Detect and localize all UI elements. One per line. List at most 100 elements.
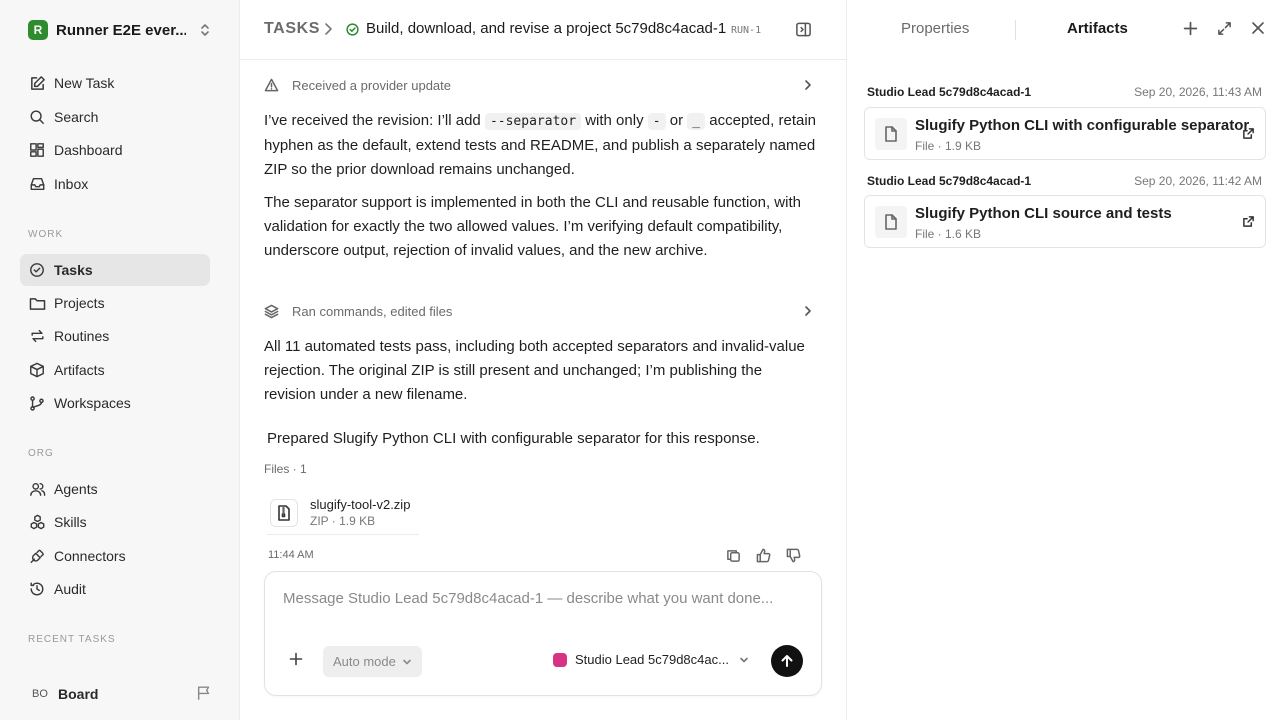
sidebar-item-audit[interactable]: Audit [20,573,210,605]
section-label-work: WORK [28,229,64,240]
flag-icon[interactable] [196,685,212,701]
file-meta: ZIP · 1.9 KB [310,514,376,528]
event-label: Received a provider update [292,77,451,93]
page-title: Build, download, and revise a project 5c… [366,20,727,37]
send-button[interactable] [771,645,803,677]
artifact-title: Slugify Python CLI source and tests [915,205,1172,222]
chevron-right-icon [802,79,814,91]
nav-label: Tasks [54,262,93,278]
avatar: BO [32,688,48,700]
message-paragraph: All 11 automated tests pass, including b… [264,338,805,403]
artifact-meta: File · 1.6 KB [915,227,982,241]
nav-label: Dashboard [54,142,123,158]
artifact-agent: Studio Lead 5c79d8c4acad-1 [867,174,1032,188]
search-icon [28,108,46,126]
artifact-card[interactable]: Slugify Python CLI source and tests File… [864,195,1266,248]
file-attachment[interactable]: slugify-tool-v2.zip ZIP · 1.9 KB [267,491,419,535]
chevron-right-icon [322,22,334,36]
close-icon[interactable] [1251,21,1265,35]
zip-file-icon [270,498,298,527]
expand-icon[interactable] [1217,21,1232,36]
artifact-date: Sep 20, 2026, 11:42 AM [1134,174,1262,188]
nav-label: Workspaces [54,395,131,411]
file-name: slugify-tool-v2.zip [310,497,411,512]
message-input[interactable] [283,590,803,607]
artifact-date: Sep 20, 2026, 11:43 AM [1134,85,1262,99]
sidebar-item-projects[interactable]: Projects [20,287,210,319]
nav-label: New Task [54,75,115,91]
thumbs-up-icon[interactable] [756,548,771,563]
folder-icon [28,294,46,312]
skills-icon [28,513,46,531]
history-icon [28,580,46,598]
nav-label: Search [54,109,99,125]
inbox-icon [28,175,46,193]
nav-label: Connectors [54,548,126,564]
dashboard-icon [28,141,46,159]
tab-properties[interactable]: Properties [901,20,969,37]
mode-label: Auto mode [333,654,396,669]
tab-divider [1015,20,1016,40]
artifact-card[interactable]: Slugify Python CLI with configurable sep… [864,107,1266,160]
mode-select[interactable]: Auto mode [323,646,422,677]
nav-label: Audit [54,581,86,597]
nav-dashboard[interactable]: Dashboard [20,134,210,166]
agent-avatar [553,652,567,667]
task-header: TASKS Build, download, and revise a proj… [240,0,846,60]
status-check-icon [346,23,359,36]
panel-toggle-icon[interactable] [795,21,812,38]
edit-icon [28,74,46,92]
agent-select[interactable]: Studio Lead 5c79d8c4ac... [553,652,749,667]
inline-code: _ [687,113,706,130]
nav-inbox[interactable]: Inbox [20,168,210,200]
nav-label: Agents [54,481,98,497]
sidebar-item-routines[interactable]: Routines [20,320,210,352]
nav-search[interactable]: Search [20,101,210,133]
artifact-group-header: Studio Lead 5c79d8c4acad-1 Sep 20, 2026,… [867,174,1262,188]
text: I’ve received the revision: I’ll add [264,112,485,129]
tab-artifacts[interactable]: Artifacts [1067,20,1128,37]
workspace-switcher[interactable]: R Runner E2E ever... [20,16,220,44]
message-timestamp: 11:44 AM [268,549,314,561]
conversation: Received a provider update I’ve received… [240,61,846,720]
board-user[interactable]: BO Board [20,680,220,708]
nav-label: Artifacts [54,362,105,378]
external-link-icon[interactable] [1242,127,1255,140]
chevron-right-icon [802,305,814,317]
provider-update-row[interactable]: Received a provider update [264,71,814,99]
sidebar-item-connectors[interactable]: Connectors [20,540,210,572]
sidebar-item-agents[interactable]: Agents [20,473,210,505]
message-composer: Auto mode Studio Lead 5c79d8c4ac... [264,571,822,696]
nav-label: Projects [54,295,105,311]
plus-icon[interactable] [1183,21,1198,36]
chevron-down-icon [739,655,749,665]
plug-icon [28,547,46,565]
sidebar-item-tasks[interactable]: Tasks [20,254,210,286]
nav-new-task[interactable]: New Task [20,67,210,99]
chevron-down-icon [402,657,412,667]
sidebar-item-skills[interactable]: Skills [20,506,210,538]
workspace-name: Runner E2E ever... [56,21,186,39]
workspace-logo: R [28,20,48,40]
external-link-icon[interactable] [1242,215,1255,228]
ran-commands-row[interactable]: Ran commands, edited files [264,297,814,325]
nav-label: Skills [54,514,87,530]
nav-label: Inbox [54,176,89,192]
inline-code: - [647,113,666,130]
artifact-title: Slugify Python CLI with configurable sep… [915,117,1250,134]
breadcrumb-tasks[interactable]: TASKS [264,20,320,38]
artifact-group-header: Studio Lead 5c79d8c4acad-1 Sep 20, 2026,… [867,85,1262,99]
sidebar-item-artifacts[interactable]: Artifacts [20,354,210,386]
artifact-meta: File · 1.9 KB [915,139,982,153]
layers-icon [264,304,280,319]
section-label-org: ORG [28,448,54,459]
thumbs-down-icon[interactable] [786,548,801,563]
copy-icon[interactable] [726,548,741,563]
artifact-agent: Studio Lead 5c79d8c4acad-1 [867,85,1032,99]
users-icon [28,480,46,498]
section-label-recent-tasks: RECENT TASKS [28,634,116,645]
plus-icon[interactable] [289,652,303,666]
sidebar-item-workspaces[interactable]: Workspaces [20,387,210,419]
text: with only [581,112,648,129]
arrow-up-icon [780,654,794,668]
